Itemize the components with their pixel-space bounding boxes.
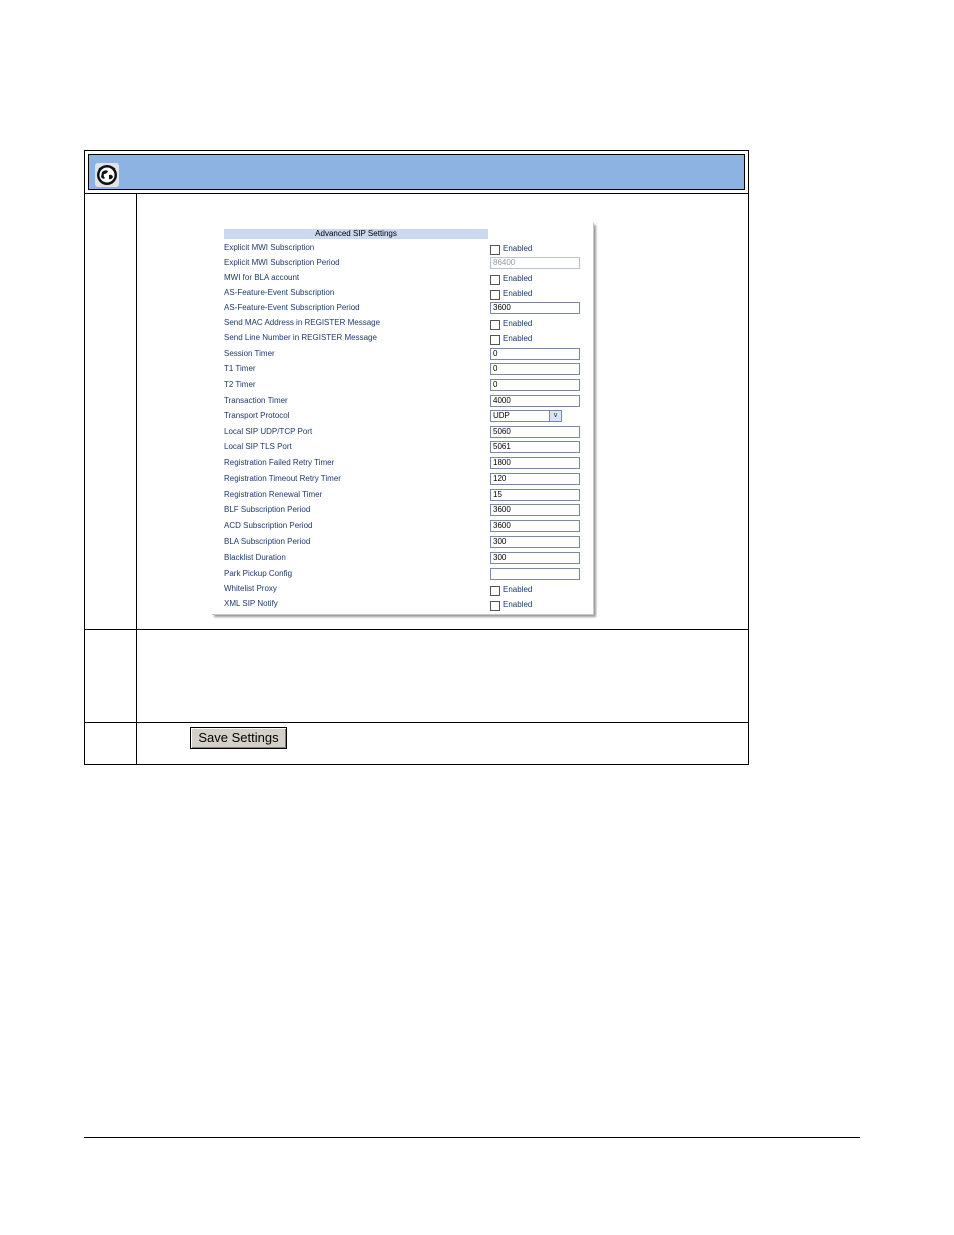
session-timer-label: Session Timer — [224, 349, 275, 358]
input-value[interactable]: 0 — [490, 348, 580, 360]
checkbox-label: Enabled — [503, 334, 533, 343]
input-value[interactable]: 15 — [490, 489, 580, 501]
mwi-for-bla-account-label: MWI for BLA account — [224, 273, 300, 282]
local-sip-tls-port-input[interactable]: 5061 — [490, 441, 580, 453]
table-bottom-border — [84, 764, 749, 765]
checkbox-box[interactable] — [490, 290, 500, 300]
local-sip-udp-tcp-port-input[interactable]: 5060 — [490, 426, 580, 438]
checkbox-label: Enabled — [503, 274, 533, 283]
input-value[interactable]: 0 — [490, 363, 580, 375]
transport-protocol-select[interactable]: UDP ∨ — [490, 410, 562, 422]
input-value[interactable]: 300 — [490, 536, 580, 548]
t1-timer-input[interactable]: 0 — [490, 363, 580, 375]
input-value[interactable]: 3600 — [490, 520, 580, 532]
checkbox-box[interactable] — [490, 335, 500, 345]
transaction-timer-label: Transaction Timer — [224, 396, 288, 405]
session-timer-input[interactable]: 0 — [490, 348, 580, 360]
xml-sip-notify-label: XML SIP Notify — [224, 599, 278, 608]
as-feature-event-subscription-period-input[interactable]: 3600 — [490, 302, 580, 314]
input-value[interactable]: 86400 — [490, 257, 580, 269]
whitelist-proxy-label: Whitelist Proxy — [224, 584, 277, 593]
globe-icon — [95, 163, 119, 187]
input-value[interactable]: 0 — [490, 379, 580, 391]
checkbox-label: Enabled — [503, 600, 533, 609]
registration-failed-retry-timer-label: Registration Failed Retry Timer — [224, 458, 335, 467]
panel-title: Advanced SIP Settings — [224, 229, 488, 239]
input-value[interactable]: 4000 — [490, 395, 580, 407]
chevron-down-icon[interactable]: ∨ — [549, 411, 561, 421]
input-value[interactable]: 3600 — [490, 302, 580, 314]
blf-subscription-period-input[interactable]: 3600 — [490, 504, 580, 516]
blacklist-duration-label: Blacklist Duration — [224, 553, 286, 562]
header-band — [88, 154, 745, 190]
row-divider-1 — [84, 629, 749, 630]
blacklist-duration-input[interactable]: 300 — [490, 552, 580, 564]
checkbox-box[interactable] — [490, 275, 500, 285]
row-divider-2 — [84, 722, 749, 723]
checkbox-box[interactable] — [490, 320, 500, 330]
transaction-timer-input[interactable]: 4000 — [490, 395, 580, 407]
t1-timer-label: T1 Timer — [224, 364, 256, 373]
input-value[interactable]: 120 — [490, 473, 580, 485]
table-left-border — [84, 194, 85, 765]
registration-timeout-retry-timer-label: Registration Timeout Retry Timer — [224, 474, 341, 483]
explicit-mwi-subscription-period-label: Explicit MWI Subscription Period — [224, 258, 340, 267]
acd-subscription-period-input[interactable]: 3600 — [490, 520, 580, 532]
local-sip-tls-port-label: Local SIP TLS Port — [224, 442, 292, 451]
t2-timer-label: T2 Timer — [224, 380, 256, 389]
input-value[interactable]: 5060 — [490, 426, 580, 438]
checkbox-label: Enabled — [503, 319, 533, 328]
registration-renewal-timer-input[interactable]: 15 — [490, 489, 580, 501]
bla-subscription-period-input[interactable]: 300 — [490, 536, 580, 548]
checkbox-label: Enabled — [503, 289, 533, 298]
checkbox-box[interactable] — [490, 586, 500, 596]
transport-protocol-label: Transport Protocol — [224, 411, 290, 420]
explicit-mwi-subscription-period-input[interactable]: 86400 — [490, 257, 580, 269]
checkbox-label: Enabled — [503, 244, 533, 253]
acd-subscription-period-label: ACD Subscription Period — [224, 521, 313, 530]
step-column-divider — [136, 194, 137, 765]
bla-subscription-period-label: BLA Subscription Period — [224, 537, 311, 546]
local-sip-udp-tcp-port-label: Local SIP UDP/TCP Port — [224, 427, 313, 436]
advanced-sip-settings-panel: Advanced SIP Settings Explicit MWI Subsc… — [212, 223, 594, 615]
input-value[interactable]: 3600 — [490, 504, 580, 516]
t2-timer-input[interactable]: 0 — [490, 379, 580, 391]
as-feature-event-subscription-period-label: AS-Feature-Event Subscription Period — [224, 303, 360, 312]
footer-rule — [84, 1137, 860, 1138]
input-value[interactable]: 1800 — [490, 457, 580, 469]
send-line-number-in-register-message-label: Send Line Number in REGISTER Message — [224, 333, 377, 342]
park-pickup-config-input[interactable] — [490, 568, 580, 580]
registration-timeout-retry-timer-input[interactable]: 120 — [490, 473, 580, 485]
registration-failed-retry-timer-input[interactable]: 1800 — [490, 457, 580, 469]
checkbox-box[interactable] — [490, 601, 500, 611]
as-feature-event-subscription-label: AS-Feature-Event Subscription — [224, 288, 335, 297]
input-value[interactable]: 300 — [490, 552, 580, 564]
checkbox-label: Enabled — [503, 585, 533, 594]
checkbox-box[interactable] — [490, 245, 500, 255]
explicit-mwi-subscription-label: Explicit MWI Subscription — [224, 243, 315, 252]
blf-subscription-period-label: BLF Subscription Period — [224, 505, 311, 514]
table-right-border — [748, 194, 749, 765]
park-pickup-config-label: Park Pickup Config — [224, 569, 293, 578]
xml-sip-notify-checkbox[interactable]: Enabled — [490, 600, 532, 618]
send-mac-address-in-register-message-label: Send MAC Address in REGISTER Message — [224, 318, 381, 327]
table-header — [84, 150, 749, 194]
input-value[interactable] — [490, 568, 580, 580]
select-value: UDP — [493, 411, 510, 420]
input-value[interactable]: 5061 — [490, 441, 580, 453]
save-settings-button[interactable]: Save Settings — [190, 727, 287, 749]
registration-renewal-timer-label: Registration Renewal Timer — [224, 490, 323, 499]
